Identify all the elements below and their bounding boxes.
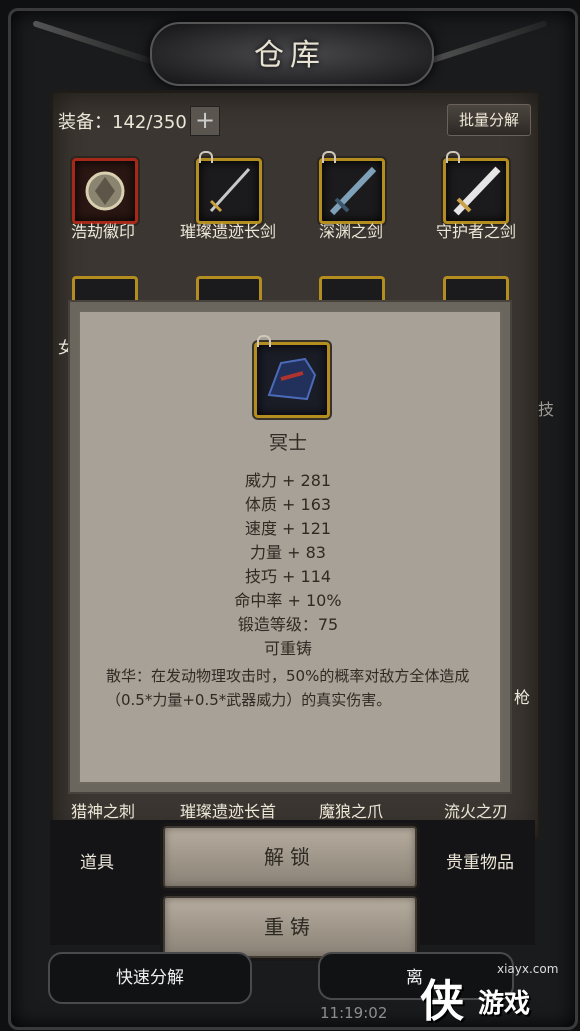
stat-line: 可重铸	[263, 639, 312, 658]
item-name-label: 猎神之刺	[70, 802, 135, 821]
tooltip-item-name: 冥士	[268, 432, 307, 454]
stat-line: 速度 + 121	[244, 519, 332, 538]
lock-icon	[199, 151, 213, 163]
item-name-fragment: 枪	[514, 688, 531, 707]
watermark-url: xiayx.com	[497, 962, 559, 976]
emblem-icon	[85, 171, 125, 211]
quick-decompose-button[interactable]: 快速分解	[48, 952, 252, 1004]
item-name-label: 璀璨遗迹长剑	[179, 222, 276, 241]
tab-items[interactable]: 道具	[80, 848, 114, 873]
longsword-icon	[209, 167, 251, 213]
tab-valuables[interactable]: 贵重物品	[446, 848, 514, 873]
stat-line: 体质 + 163	[244, 495, 332, 514]
background-text-fragment: 技	[538, 400, 555, 419]
unlock-button[interactable]: 解锁	[163, 826, 417, 888]
bulk-decompose-button[interactable]: 批量分解	[447, 104, 531, 136]
equipment-capacity: 装备：142/350	[58, 112, 187, 133]
item-name-label: 守护者之剑	[435, 222, 516, 241]
abyss-sword-icon	[329, 166, 377, 216]
guardian-sword-icon	[453, 166, 501, 216]
item-name-label: 浩劫徽印	[70, 222, 135, 241]
stat-line: 命中率 + 10%	[234, 591, 342, 610]
gauntlet-icon	[267, 357, 317, 401]
inventory-slot[interactable]	[443, 151, 509, 224]
inventory-slot[interactable]	[196, 151, 262, 224]
inventory-slot[interactable]	[72, 158, 138, 224]
stat-line: 技巧 + 114	[244, 567, 332, 586]
watermark-text: 游戏	[478, 989, 531, 1019]
lock-icon	[446, 151, 460, 163]
watermark-logo: 侠	[420, 976, 464, 1027]
item-name-label: 魔狼之爪	[318, 802, 383, 821]
stat-line: 锻造等级：75	[237, 615, 339, 634]
stat-line: 威力 + 281	[244, 471, 332, 490]
lock-icon	[257, 335, 271, 347]
item-name-label: 深渊之剑	[318, 222, 383, 241]
reforge-button[interactable]: 重铸	[163, 896, 417, 958]
item-name-label: 璀璨遗迹长首	[179, 802, 276, 821]
tooltip-item-slot	[254, 335, 330, 418]
stat-line: 力量 + 83	[250, 543, 326, 562]
clock-text: 11:19:02	[320, 1004, 388, 1022]
page-title: 仓库	[254, 38, 326, 73]
expand-capacity-button[interactable]: +	[190, 106, 220, 136]
lock-icon	[322, 151, 336, 163]
inventory-slot[interactable]	[319, 151, 385, 224]
item-name-label: 流火之刃	[443, 802, 508, 821]
skill-description: 散华：在发动物理攻击时，50%的概率对敌方全体造成（0.5*力量+0.5*武器威…	[106, 667, 470, 709]
